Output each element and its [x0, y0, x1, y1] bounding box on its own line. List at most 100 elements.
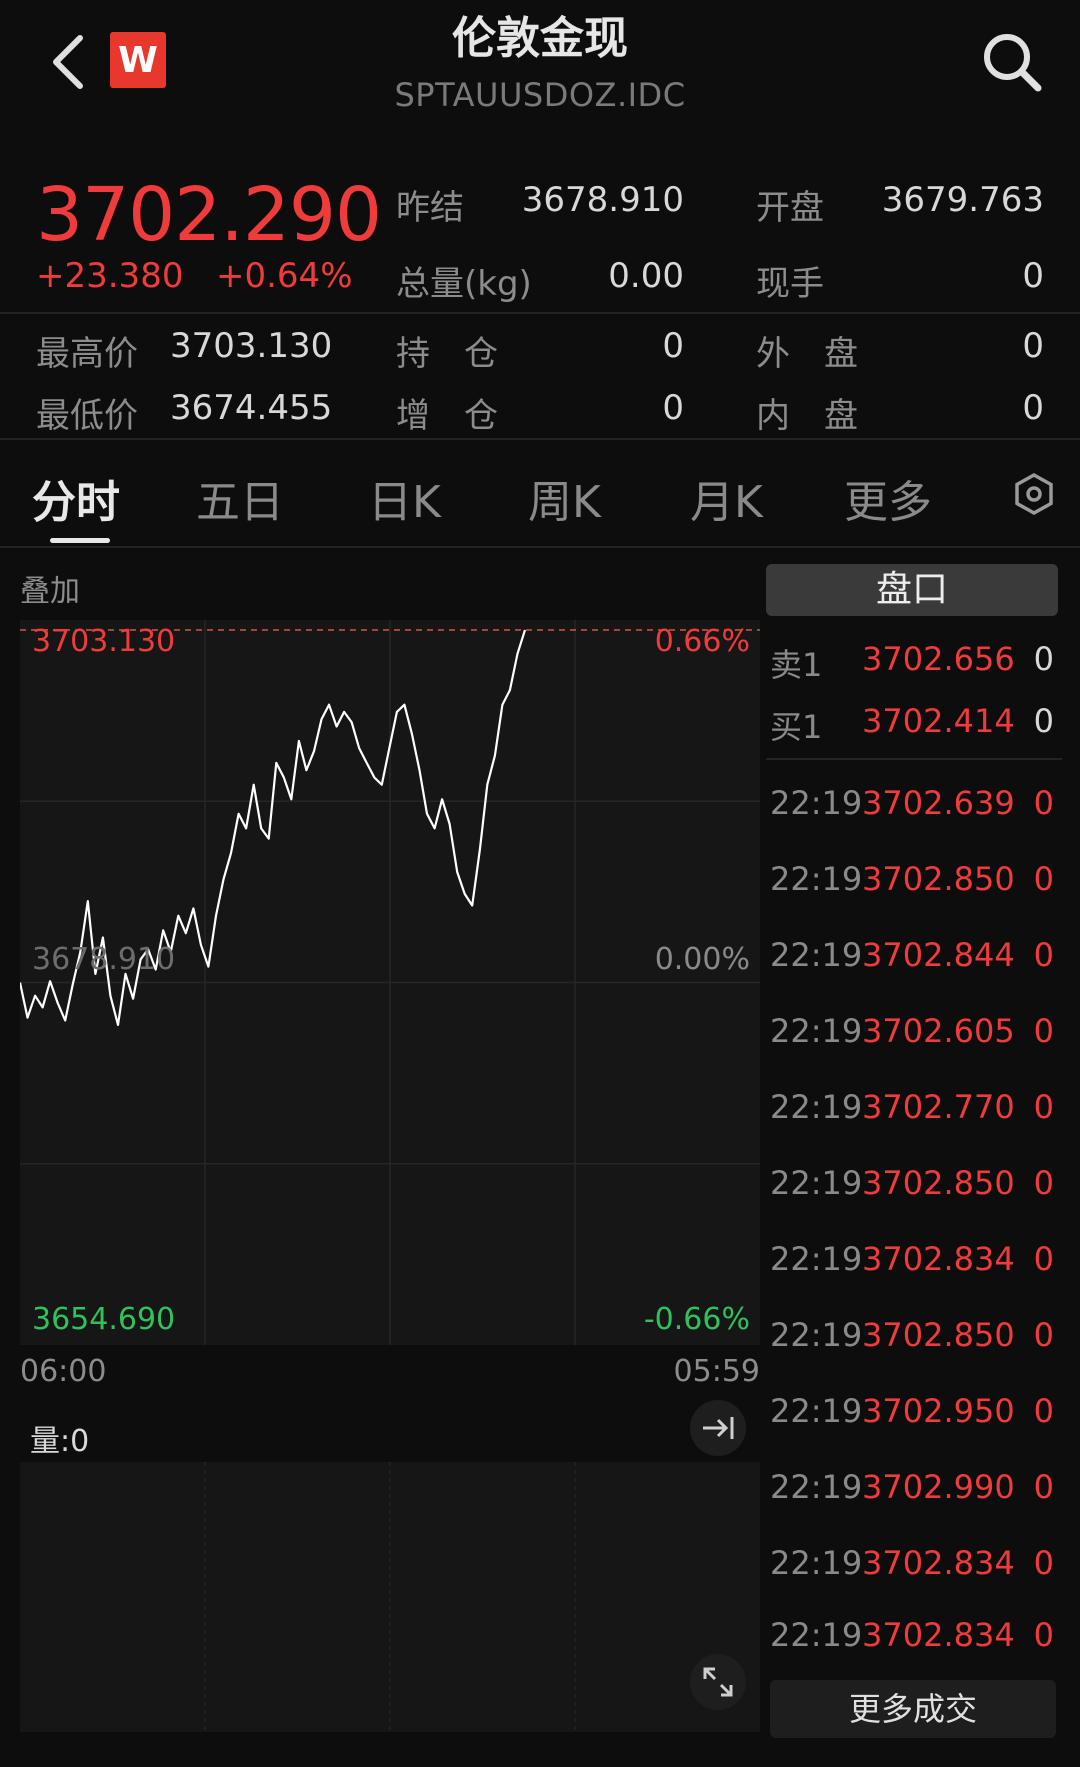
trade-volume: 0: [1033, 1468, 1054, 1506]
trade-row: 22:19 3702.639 0: [770, 784, 1060, 824]
page-title: 伦敦金现: [452, 13, 628, 64]
trade-row: 22:19 3702.834 0: [770, 1616, 1060, 1656]
inner-label: 内 盘: [756, 396, 858, 436]
trade-time: 22:19: [770, 784, 863, 822]
trade-time: 22:19: [770, 1392, 863, 1430]
trade-price: 3702.834: [862, 1616, 1015, 1654]
symbol-code: SPTAUUSDOZ.IDC: [394, 76, 686, 114]
price-change-pct: +0.64%: [216, 256, 353, 296]
order-book-button[interactable]: 盘口: [766, 564, 1058, 616]
trade-volume: 0: [1033, 1164, 1054, 1202]
tab-weekly-k[interactable]: 周K: [528, 466, 601, 530]
chart-mid-price: 3678.910: [32, 942, 176, 977]
trade-time: 22:19: [770, 1616, 863, 1654]
trade-row: 22:19 3702.834 0: [770, 1544, 1060, 1584]
open-label: 开盘: [756, 188, 824, 228]
divider: [0, 438, 1080, 440]
trade-price: 3702.639: [862, 784, 1015, 822]
volume-chart[interactable]: [20, 1462, 760, 1732]
high-label: 最高价: [36, 334, 138, 374]
intraday-chart[interactable]: [18, 620, 760, 1345]
add-position-value: 0: [662, 388, 684, 428]
price-line-chart: [18, 620, 760, 1345]
trade-row: 22:19 3702.844 0: [770, 936, 1060, 976]
tab-active-indicator: [50, 538, 110, 543]
sell1-row: 卖1 3702.656 0: [770, 640, 1060, 684]
trade-volume: 0: [1033, 1616, 1054, 1654]
low-label: 最低价: [36, 396, 138, 436]
low-value: 3674.455: [170, 388, 333, 428]
search-icon[interactable]: [980, 30, 1044, 94]
trade-time: 22:19: [770, 1544, 863, 1582]
trade-volume: 0: [1033, 1316, 1054, 1354]
sell1-price: 3702.656: [862, 640, 1015, 678]
buy1-price: 3702.414: [862, 702, 1015, 740]
divider: [766, 758, 1062, 760]
tab-intraday[interactable]: 分时: [32, 466, 120, 530]
trade-price: 3702.605: [862, 1012, 1015, 1050]
trade-time: 22:19: [770, 1164, 863, 1202]
tab-more[interactable]: 更多: [844, 466, 932, 530]
time-end-label: 05:59: [673, 1354, 760, 1389]
trade-volume: 0: [1033, 860, 1054, 898]
more-trades-button[interactable]: 更多成交: [770, 1680, 1056, 1738]
trade-row: 22:19 3702.850 0: [770, 860, 1060, 900]
last-price: 3702.290: [36, 172, 382, 258]
arrow-right-bar-icon[interactable]: [690, 1400, 746, 1456]
add-position-label: 增 仓: [396, 396, 498, 436]
chart-mid-pct: 0.00%: [654, 942, 750, 977]
time-start-label: 06:00: [20, 1354, 107, 1389]
tab-daily-k[interactable]: 日K: [368, 466, 441, 530]
trade-volume: 0: [1033, 784, 1054, 822]
trade-time: 22:19: [770, 860, 863, 898]
volume-grid: [204, 1462, 576, 1732]
trade-row: 22:19 3702.834 0: [770, 1240, 1060, 1280]
trade-volume: 0: [1033, 1392, 1054, 1430]
volume-indicator-label: 量:0: [30, 1424, 90, 1459]
chart-bottom-pct: -0.66%: [643, 1302, 750, 1337]
trade-volume: 0: [1033, 1088, 1054, 1126]
sell1-label: 卖1: [770, 646, 823, 684]
outer-label: 外 盘: [756, 334, 858, 374]
trade-price: 3702.990: [862, 1468, 1015, 1506]
position-label: 持 仓: [396, 334, 498, 374]
trade-time: 22:19: [770, 1240, 863, 1278]
high-value: 3703.130: [170, 326, 333, 366]
position-value: 0: [662, 326, 684, 366]
expand-arrows-icon[interactable]: [690, 1654, 746, 1710]
trade-row: 22:19 3702.950 0: [770, 1392, 1060, 1432]
trade-price: 3702.770: [862, 1088, 1015, 1126]
prev-settle-value: 3678.910: [521, 180, 684, 220]
trade-row: 22:19 3702.605 0: [770, 1012, 1060, 1052]
tab-five-day[interactable]: 五日: [196, 466, 284, 530]
trade-volume: 0: [1033, 1012, 1054, 1050]
buy1-label: 买1: [770, 708, 823, 746]
trade-row: 22:19 3702.850 0: [770, 1316, 1060, 1356]
sell1-volume: 0: [1033, 640, 1054, 678]
trade-row: 22:19 3702.770 0: [770, 1088, 1060, 1128]
trade-price: 3702.834: [862, 1544, 1015, 1582]
buy1-row: 买1 3702.414 0: [770, 702, 1060, 746]
trade-volume: 0: [1033, 1240, 1054, 1278]
buy1-volume: 0: [1033, 702, 1054, 740]
current-hand-label: 现手: [756, 264, 824, 304]
tab-monthly-k[interactable]: 月K: [690, 466, 763, 530]
trade-volume: 0: [1033, 1544, 1054, 1582]
trade-price: 3702.950: [862, 1392, 1015, 1430]
trade-row: 22:19 3702.850 0: [770, 1164, 1060, 1204]
trade-volume: 0: [1033, 936, 1054, 974]
inner-value: 0: [1022, 388, 1044, 428]
overlay-button[interactable]: 叠加: [20, 566, 80, 610]
chart-top-price: 3703.130: [32, 624, 176, 659]
divider: [0, 546, 1080, 548]
trade-price: 3702.850: [862, 1316, 1015, 1354]
chart-bottom-price: 3654.690: [32, 1302, 176, 1337]
trade-price: 3702.850: [862, 860, 1015, 898]
trade-time: 22:19: [770, 936, 863, 974]
volume-label: 总量(kg): [396, 264, 532, 304]
volume-value: 0.00: [608, 256, 684, 296]
trade-time: 22:19: [770, 1088, 863, 1126]
settings-hexagon-icon[interactable]: [1012, 472, 1056, 516]
trade-time: 22:19: [770, 1468, 863, 1506]
current-hand-value: 0: [1022, 256, 1044, 296]
